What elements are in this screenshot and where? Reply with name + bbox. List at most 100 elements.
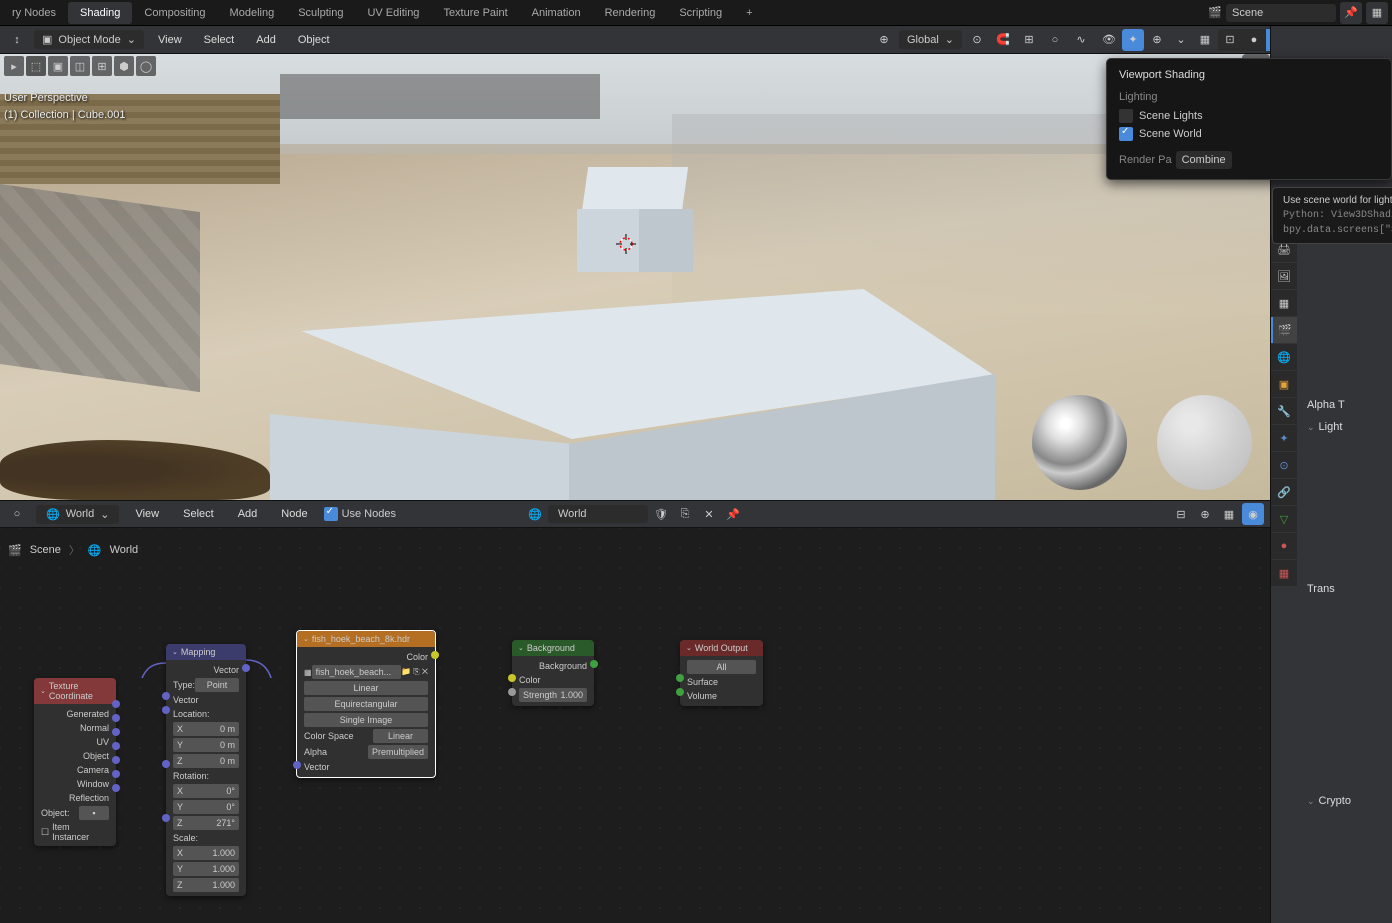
viewport-shading-popover: Viewport Shading Lighting Scene Lights S… — [1106, 58, 1392, 180]
node-snap-icon[interactable]: ⊕ — [1194, 503, 1216, 525]
menu-object[interactable]: Object — [290, 31, 338, 49]
workspace-tab-rendering[interactable]: Rendering — [593, 2, 668, 24]
editor-type-icon[interactable]: ↕ — [6, 29, 28, 51]
pin-icon[interactable]: 📌 — [722, 503, 744, 525]
prop-tab-viewlayer[interactable]: ▦ — [1271, 290, 1297, 316]
layer-icon[interactable]: ▦ — [1366, 2, 1388, 24]
cube-small[interactable] — [575, 167, 695, 272]
node-overlay-icon[interactable]: ▦ — [1218, 503, 1240, 525]
tooltip: Use scene world for lighting. Python: Vi… — [1272, 187, 1392, 244]
orientation-select[interactable]: Global ⌄ — [899, 30, 962, 49]
prop-tab-modifier[interactable]: 🔧 — [1271, 398, 1297, 424]
render-pass-dropdown[interactable]: Combine — [1176, 151, 1232, 169]
prop-tab-data[interactable]: ▽ — [1271, 506, 1297, 532]
snap-type-icon[interactable]: ⊞ — [1018, 29, 1040, 51]
prop-tab-output[interactable]: 🖼 — [1271, 263, 1297, 289]
prop-trans[interactable]: Trans — [1303, 578, 1386, 600]
workspace-tab-scripting[interactable]: Scripting — [667, 2, 734, 24]
selection-tools: ▸ ⬚ ▣ ◫ ⊞ ⬢ ◯ — [4, 56, 156, 76]
workspace-tab-compositing[interactable]: Compositing — [132, 2, 217, 24]
workspace-tab-ry-nodes[interactable]: ry Nodes — [0, 2, 68, 24]
overlay-icon[interactable]: ⊕ — [1146, 29, 1168, 51]
add-workspace-button[interactable]: + — [734, 2, 764, 24]
prop-tab-material[interactable]: ● — [1271, 533, 1297, 559]
shader-type-dropdown[interactable]: 🌐 World ⌄ — [36, 505, 119, 524]
scene-world-checkbox[interactable]: Scene World — [1119, 127, 1379, 141]
proportional-icon[interactable]: ○ — [1044, 29, 1066, 51]
world-browse-icon[interactable]: 🌐 — [524, 503, 546, 525]
workspace-tab-texture-paint[interactable]: Texture Paint — [431, 2, 519, 24]
workspace-tab-animation[interactable]: Animation — [520, 2, 593, 24]
scene-name-field[interactable]: Scene — [1226, 4, 1336, 22]
node-texture-coordinate[interactable]: ⌄Texture Coordinate Generated Normal UV … — [34, 678, 116, 846]
snap-icon[interactable]: 🧲 — [992, 29, 1014, 51]
chevron-down-icon: ⌄ — [127, 33, 136, 46]
node-environment-texture[interactable]: ⌄fish_hoek_beach_8k.hdr Color ▦fish_hoek… — [296, 630, 436, 778]
menu-select[interactable]: Select — [196, 31, 243, 49]
pin-icon[interactable]: 📌 — [1340, 2, 1362, 24]
select-lasso-icon[interactable]: ⬢ — [114, 56, 134, 76]
cube-large-selected[interactable] — [265, 289, 995, 500]
node-editor-type-icon[interactable]: ○ — [6, 503, 28, 525]
prop-tab-constraint[interactable]: 🔗 — [1271, 479, 1297, 505]
node-hide-icon[interactable]: ⊟ — [1170, 503, 1192, 525]
menu-view[interactable]: View — [150, 31, 190, 49]
chevron-down-icon: ⌄ — [945, 33, 954, 46]
prop-tab-particle[interactable]: ✦ — [1271, 425, 1297, 451]
node-menu-select[interactable]: Select — [175, 505, 222, 523]
unlink-world-icon[interactable]: ✕ — [698, 503, 720, 525]
world-icon: 🌐 — [88, 544, 102, 557]
node-menu-view[interactable]: View — [127, 505, 167, 523]
workspace-tab-modeling[interactable]: Modeling — [218, 2, 287, 24]
node-world-output[interactable]: ⌄World Output All Surface Volume — [680, 640, 763, 706]
proportional-type-icon[interactable]: ∿ — [1070, 29, 1092, 51]
3d-cursor-icon — [614, 232, 638, 256]
xray-icon[interactable]: ▦ — [1194, 29, 1216, 51]
shading-wireframe[interactable]: ⊡ — [1218, 29, 1242, 51]
scene-lights-checkbox[interactable]: Scene Lights — [1119, 109, 1379, 123]
node-mapping[interactable]: ⌄Mapping Vector Type:Point Vector Locati… — [166, 644, 246, 896]
new-world-icon[interactable]: ⎘ — [674, 503, 696, 525]
select-box-icon[interactable]: ⬚ — [26, 56, 46, 76]
prop-tab-physics[interactable]: ⊙ — [1271, 452, 1297, 478]
lighting-section-label: Lighting — [1119, 91, 1379, 103]
world-name-field[interactable]: World — [548, 505, 648, 523]
shading-solid[interactable]: ● — [1242, 29, 1266, 51]
prop-tab-world[interactable]: 🌐 — [1271, 344, 1297, 370]
orientation-icon[interactable]: ⊕ — [873, 29, 895, 51]
prop-tab-texture[interactable]: ▦ — [1271, 560, 1297, 586]
render-pass-label: Render Pa — [1119, 154, 1172, 166]
prop-alpha[interactable]: Alpha T — [1303, 394, 1386, 416]
overlay-dd-icon[interactable]: ⌄ — [1170, 29, 1192, 51]
visibility-icon[interactable]: 👁 — [1098, 29, 1120, 51]
node-editor-canvas[interactable]: 🎬 Scene 〉 🌐 World ⌄Texture Coordinate Ge… — [0, 528, 1270, 923]
pivot-icon[interactable]: ⊙ — [966, 29, 988, 51]
workspace-tab-uv-editing[interactable]: UV Editing — [355, 2, 431, 24]
scene-icon: 🎬 — [1208, 6, 1222, 19]
select-invert-icon[interactable]: ◫ — [70, 56, 90, 76]
cursor-tool-icon[interactable]: ▸ — [4, 56, 24, 76]
select-intersect-icon[interactable]: ⊞ — [92, 56, 112, 76]
workspace-tab-sculpting[interactable]: Sculpting — [286, 2, 355, 24]
workspace-tabs-bar: ry NodesShadingCompositingModelingSculpt… — [0, 0, 1392, 26]
select-all-icon[interactable]: ▣ — [48, 56, 68, 76]
preview-sphere-matte — [1157, 395, 1252, 490]
menu-add[interactable]: Add — [248, 31, 284, 49]
prop-light[interactable]: ⌄Light — [1303, 416, 1386, 438]
node-background[interactable]: ⌄Background Background Color Strength1.0… — [512, 640, 594, 706]
properties-tabs: 🖨 🖼 ▦ 🎬 🌐 ▣ 🔧 ✦ ⊙ 🔗 ▽ ● ▦ — [1271, 236, 1297, 586]
node-menu-add[interactable]: Add — [230, 505, 266, 523]
node-breadcrumb: 🎬 Scene 〉 🌐 World — [8, 542, 138, 558]
popover-title: Viewport Shading — [1119, 69, 1379, 81]
prop-tab-object[interactable]: ▣ — [1271, 371, 1297, 397]
node-shading-icon[interactable]: ◉ — [1242, 503, 1264, 525]
pin-world-icon[interactable]: 🛡 — [650, 503, 672, 525]
prop-crypto[interactable]: ⌄Crypto — [1303, 790, 1386, 812]
node-menu-node[interactable]: Node — [273, 505, 315, 523]
use-nodes-checkbox[interactable]: Use Nodes — [324, 507, 396, 521]
prop-tab-scene[interactable]: 🎬 — [1271, 317, 1297, 343]
workspace-tab-shading[interactable]: Shading — [68, 2, 132, 24]
select-circle-icon[interactable]: ◯ — [136, 56, 156, 76]
gizmo-icon[interactable]: ✦ — [1122, 29, 1144, 51]
mode-select[interactable]: ▣ Object Mode ⌄ — [34, 30, 144, 49]
